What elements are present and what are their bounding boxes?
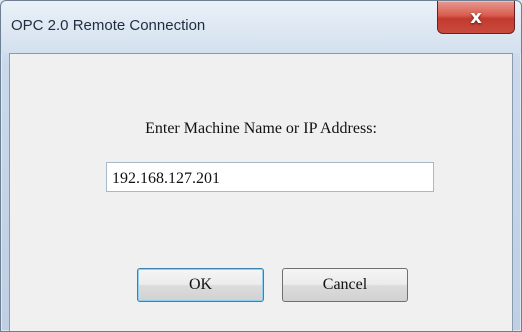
close-button[interactable]: x — [437, 1, 515, 34]
machine-address-input[interactable] — [106, 162, 434, 192]
prompt-label: Enter Machine Name or IP Address: — [145, 120, 377, 137]
dialog-window: OPC 2.0 Remote Connection x Enter Machin… — [0, 0, 522, 332]
ok-button[interactable]: OK — [137, 268, 264, 302]
window-title: OPC 2.0 Remote Connection — [11, 17, 206, 34]
title-bar[interactable]: OPC 2.0 Remote Connection x — [1, 1, 521, 53]
cancel-button[interactable]: Cancel — [282, 268, 408, 302]
dialog-body: Enter Machine Name or IP Address: OK Can… — [9, 53, 513, 331]
close-icon: x — [470, 6, 482, 28]
